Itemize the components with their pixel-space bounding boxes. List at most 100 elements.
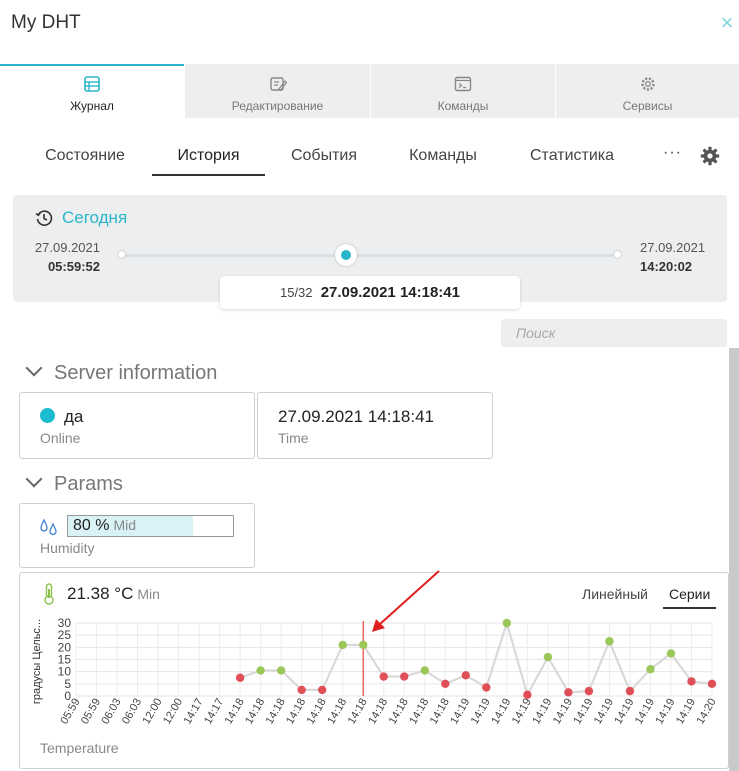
data-point (482, 683, 491, 692)
record-counter: 15/32 (279, 285, 313, 300)
x-tick-label: 05:59 (79, 697, 103, 727)
range-end-date: 27.09.2021 (640, 240, 706, 255)
section-title: Params (54, 473, 123, 495)
x-tick-label: 14:19 (489, 697, 513, 727)
y-tick-label: 30 (58, 616, 72, 630)
humidity-drops-icon (40, 518, 57, 536)
tab-commands[interactable]: Команды (400, 130, 486, 176)
x-tick-label: 12:00 (161, 697, 185, 727)
tab-events[interactable]: События (282, 130, 366, 176)
settings-gear-icon[interactable] (700, 146, 720, 166)
scrollbar[interactable] (729, 348, 739, 771)
temperature-value-text: 21.38 °C (67, 584, 134, 603)
online-value: да (40, 407, 83, 427)
close-icon[interactable]: × (716, 12, 738, 34)
data-point (707, 679, 717, 689)
main-tab-label: Редактирование (231, 99, 324, 113)
x-tick-label: 14:19 (448, 697, 472, 727)
data-point (235, 673, 245, 682)
x-tick-label: 14:19 (469, 697, 493, 727)
range-start-date: 27.09.2021 (34, 240, 100, 255)
history-clock-icon (35, 210, 53, 226)
online-card: да Online (19, 392, 255, 459)
temperature-chart-card: 21.38 °C Min Линейный Серии 0 5 10 15 20 25 30 0… (19, 572, 729, 769)
range-start-time: 05:59:52 (47, 259, 100, 274)
search-input[interactable] (501, 319, 727, 347)
slider-end-handle[interactable] (613, 250, 622, 259)
x-tick-label: 05:59 (58, 697, 82, 727)
humidity-value-text: 80 % (73, 517, 110, 534)
x-tick-label: 14:18 (305, 697, 329, 727)
time-caption: Time (278, 430, 309, 446)
main-tab-label: Команды (437, 99, 489, 113)
y-tick-label: 15 (58, 653, 72, 667)
temperature-chart: 05101520253005:5905:5906:0306:0312:0012:… (31, 616, 719, 727)
sub-tabs: Состояние История События Команды Статис… (0, 130, 739, 178)
history-slider-track[interactable] (121, 254, 619, 257)
chevron-down-icon (25, 470, 43, 488)
x-tick-label: 06:03 (120, 697, 144, 727)
x-tick-label: 06:03 (99, 697, 123, 727)
slider-start-handle[interactable] (117, 250, 126, 259)
range-end: 27.09.2021 14:20:02 (640, 238, 710, 276)
current-record-time: 27.09.2021 14:18:41 (320, 284, 460, 301)
data-point (441, 679, 450, 689)
humidity-card: 80 % Mid Humidity (19, 503, 255, 568)
more-menu-icon[interactable]: ··· (663, 144, 682, 162)
data-point (666, 649, 676, 658)
data-point (317, 685, 327, 695)
data-point (564, 688, 573, 697)
online-caption: Online (40, 430, 81, 446)
x-tick-label: 14:20 (694, 697, 718, 727)
chart-tab-series[interactable]: Серии (663, 586, 717, 609)
x-tick-label: 14:18 (407, 697, 431, 727)
x-tick-label: 14:18 (366, 697, 390, 727)
chevron-down-icon (25, 359, 43, 377)
range-start: 27.09.2021 05:59:52 (30, 238, 100, 276)
main-tab-edit[interactable]: Редактирование (185, 64, 371, 118)
data-point (584, 686, 594, 696)
period-today-link[interactable]: Сегодня (62, 208, 127, 228)
section-params[interactable]: Params (25, 470, 123, 496)
history-slider-thumb[interactable] (334, 244, 357, 266)
main-tab-label: Журнал (70, 99, 114, 113)
tab-history[interactable]: История (152, 130, 265, 176)
x-tick-label: 14:19 (653, 697, 677, 727)
humidity-caption: Humidity (40, 540, 95, 556)
x-tick-label: 14:18 (243, 697, 267, 727)
main-tabs: Журнал Редактирование Команды Сервисы (0, 64, 739, 118)
main-tab-commands[interactable]: Команды (371, 64, 556, 118)
main-tab-journal[interactable]: Журнал (0, 64, 185, 118)
time-value: 27.09.2021 14:18:41 (278, 407, 434, 426)
section-server-information[interactable]: Server information (25, 359, 218, 385)
data-point (646, 665, 655, 674)
chart-tab-linear[interactable]: Линейный (582, 586, 648, 607)
tab-statistics[interactable]: Статистика (520, 130, 624, 176)
journal-icon (84, 76, 100, 92)
x-tick-label: 14:19 (633, 697, 657, 727)
data-point (502, 618, 512, 628)
data-point (461, 671, 471, 680)
terminal-icon (454, 76, 472, 92)
data-point (687, 677, 696, 686)
x-tick-label: 14:17 (202, 697, 226, 727)
main-tab-services[interactable]: Сервисы (556, 64, 739, 118)
range-end-time: 14:20:02 (640, 259, 693, 274)
x-tick-label: 14:19 (510, 697, 534, 727)
edit-icon (269, 77, 287, 92)
humidity-level-bar: 80 % Mid (67, 515, 234, 537)
services-gear-icon (640, 77, 655, 91)
data-point (523, 690, 532, 699)
x-tick-label: 14:19 (571, 697, 595, 727)
data-point (359, 640, 368, 650)
y-tick-label: 10 (58, 665, 72, 679)
data-point (379, 672, 388, 681)
data-point (605, 637, 614, 646)
temperature-level: Min (137, 586, 160, 602)
x-tick-label: 12:00 (141, 697, 165, 727)
tab-state[interactable]: Состояние (36, 130, 134, 176)
data-point (338, 640, 347, 650)
section-title: Server information (54, 362, 218, 384)
x-tick-label: 14:18 (223, 697, 247, 727)
y-tick-label: 25 (58, 628, 72, 642)
